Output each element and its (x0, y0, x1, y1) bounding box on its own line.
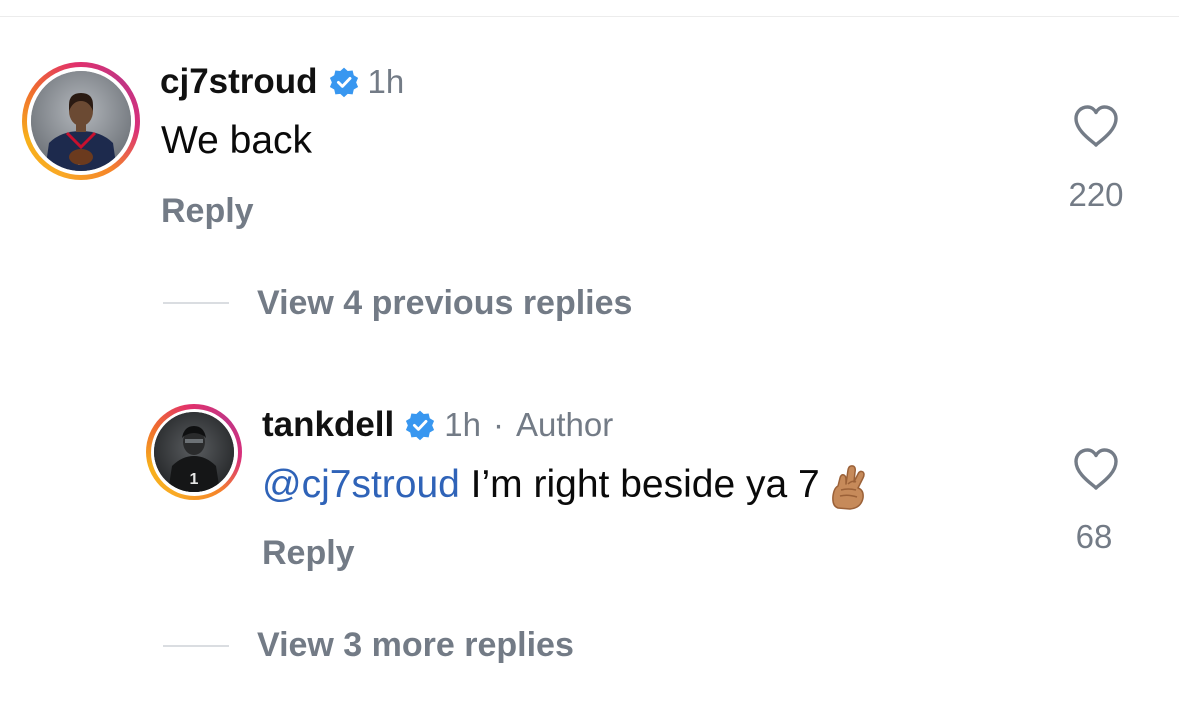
reply-button[interactable]: Reply (161, 191, 254, 231)
svg-text:1: 1 (190, 471, 199, 488)
comment-header: cj7stroud 1h (160, 62, 404, 102)
author-tag: Author (515, 406, 614, 443)
like-count: 68 (1075, 518, 1113, 555)
mention-link[interactable]: @cj7stroud (262, 462, 460, 508)
verified-badge-icon (404, 409, 436, 441)
reply-button[interactable]: Reply (262, 533, 355, 573)
meta-separator: · (492, 406, 504, 443)
avatar-cj7stroud[interactable]: 7 (22, 62, 140, 180)
view-more-replies-button[interactable]: View 3 more replies (257, 625, 574, 665)
username-tankdell[interactable]: tankdell (262, 405, 394, 445)
view-previous-replies-button[interactable]: View 4 previous replies (257, 283, 632, 323)
heart-outline-icon[interactable] (1072, 104, 1120, 148)
avatar-photo-tankdell: 1 (154, 412, 234, 492)
comment-header: tankdell 1h · Author (262, 405, 613, 445)
comment-body: I’m right beside ya 7 (459, 463, 820, 506)
comment-text: We back (161, 119, 313, 162)
replies-divider-line (163, 302, 229, 304)
comment-time: 1h (367, 63, 405, 100)
avatar-tankdell[interactable]: 1 (146, 404, 242, 500)
avatar-photo-cj7stroud: 7 (31, 71, 131, 171)
top-divider (0, 16, 1179, 17)
comment-time: 1h (444, 406, 481, 443)
replies-divider-line (163, 645, 229, 647)
verified-badge-icon (328, 66, 360, 98)
comment-text: @cj7stroud I’m right beside ya 7 (262, 460, 870, 510)
like-count: 220 (1068, 176, 1124, 213)
username-cj7stroud[interactable]: cj7stroud (160, 62, 318, 102)
heart-outline-icon[interactable] (1072, 447, 1120, 491)
crossed-fingers-emoji (828, 460, 870, 510)
